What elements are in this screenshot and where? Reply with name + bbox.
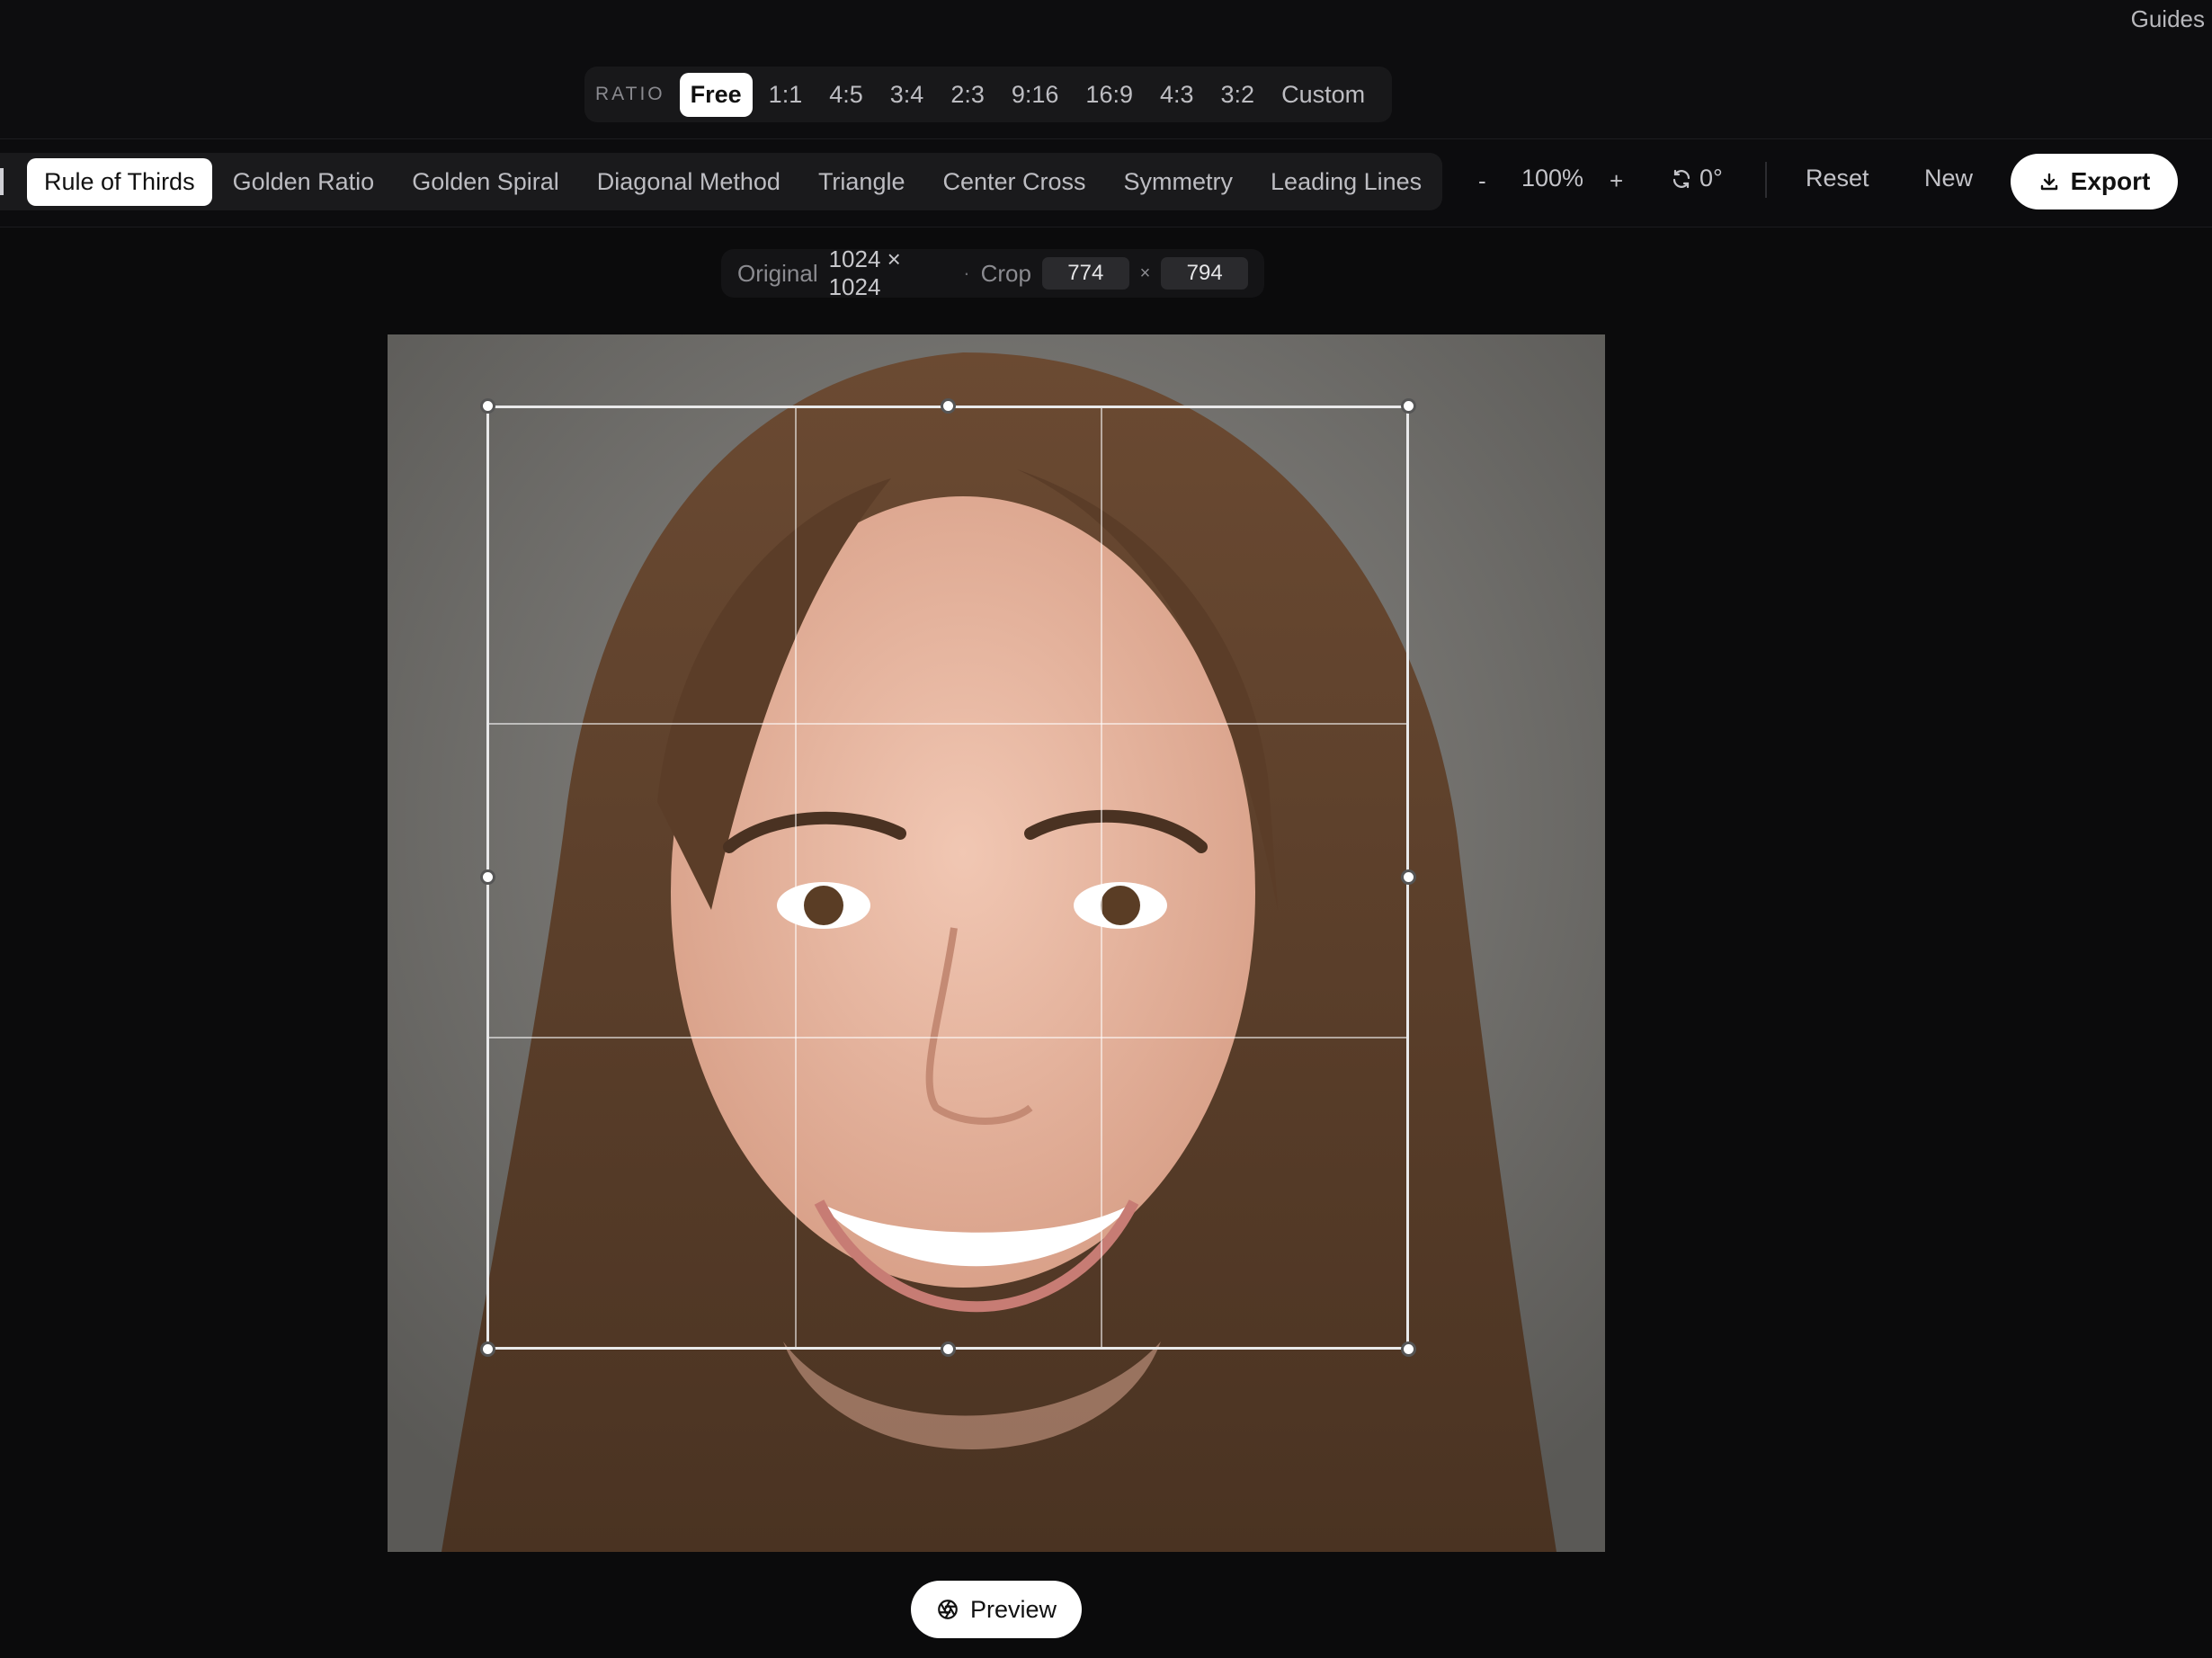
- zoom-out-button[interactable]: -: [1478, 167, 1486, 195]
- guide-triangle[interactable]: Triangle: [801, 158, 923, 206]
- crop-frame[interactable]: [486, 406, 1409, 1350]
- ratio-9-16[interactable]: 9:16: [1001, 73, 1070, 117]
- aperture-icon: [938, 1600, 958, 1619]
- preview-button[interactable]: Preview: [911, 1581, 1082, 1638]
- guide-golden-spiral[interactable]: Golden Spiral: [395, 158, 576, 206]
- original-dimensions: 1024 × 1024: [828, 245, 901, 300]
- crop-handle-bottom[interactable]: [941, 1342, 956, 1357]
- crop-handle-top-right[interactable]: [1401, 398, 1416, 414]
- preview-label: Preview: [969, 1595, 1057, 1623]
- guide-diagonal-method[interactable]: Diagonal Method: [580, 158, 798, 206]
- toolbar: Rule of Thirds Golden Ratio Golden Spira…: [0, 140, 2212, 227]
- download-icon: [2040, 173, 2057, 191]
- crop-handle-right[interactable]: [1401, 869, 1416, 885]
- guide-rule-of-thirds[interactable]: Rule of Thirds: [27, 157, 212, 206]
- guide-leading-lines[interactable]: Leading Lines: [1253, 158, 1439, 206]
- guide-symmetry[interactable]: Symmetry: [1107, 158, 1251, 206]
- zoom-in-button[interactable]: +: [1610, 167, 1623, 195]
- crop-handle-left[interactable]: [480, 869, 495, 885]
- ratio-free[interactable]: Free: [679, 72, 753, 117]
- grid-line-horizontal: [489, 723, 1406, 725]
- original-label: Original: [737, 259, 818, 287]
- ratio-4-5[interactable]: 4:5: [818, 73, 874, 117]
- crop-width-input[interactable]: 774: [1041, 257, 1129, 290]
- dimensions-info: Original 1024 × 1024 · Crop 774 × 794: [721, 245, 1264, 300]
- divider: [0, 138, 2212, 139]
- ratio-16-9[interactable]: 16:9: [1075, 73, 1144, 117]
- new-button[interactable]: New: [1924, 165, 1973, 192]
- ratio-3-2[interactable]: 3:2: [1210, 73, 1266, 117]
- crop-handle-top[interactable]: [941, 398, 956, 414]
- info-separator: ·: [963, 262, 970, 284]
- crop-handle-bottom-right[interactable]: [1401, 1342, 1416, 1357]
- export-button[interactable]: Export: [2011, 154, 2178, 209]
- crop-label: Crop: [980, 259, 1031, 287]
- guides-label[interactable]: Guides: [2131, 5, 2205, 33]
- top-bar: Guides RATIO Free 1:1 4:5 3:4 2:3 9:16 1…: [0, 0, 2212, 138]
- toolbar-separator: [1765, 162, 1767, 198]
- rotate-icon: [1672, 169, 1690, 188]
- ratio-1-1[interactable]: 1:1: [758, 73, 814, 117]
- crop-height-input[interactable]: 794: [1161, 257, 1248, 290]
- guide-center-cross[interactable]: Center Cross: [925, 158, 1102, 206]
- export-label: Export: [2070, 167, 2151, 195]
- rotate-button[interactable]: 0°: [1671, 165, 1723, 192]
- ratio-4-3[interactable]: 4:3: [1149, 73, 1205, 117]
- guide-selector: Rule of Thirds Golden Ratio Golden Spira…: [0, 153, 1442, 210]
- rotation-value: 0°: [1699, 165, 1723, 192]
- reset-button[interactable]: Reset: [1806, 165, 1869, 192]
- grid-line-vertical: [1101, 408, 1102, 1347]
- zoom-level: 100%: [1521, 165, 1584, 192]
- crop-handle-top-left[interactable]: [480, 398, 495, 414]
- crop-handle-bottom-left[interactable]: [480, 1342, 495, 1357]
- ratio-selector: RATIO Free 1:1 4:5 3:4 2:3 9:16 16:9 4:3…: [584, 67, 1393, 122]
- times-symbol: ×: [1139, 263, 1151, 283]
- ratio-2-3[interactable]: 2:3: [940, 73, 995, 117]
- guide-golden-ratio[interactable]: Golden Ratio: [216, 158, 392, 206]
- grid-line-horizontal: [489, 1037, 1406, 1038]
- ratio-label: RATIO: [595, 84, 665, 104]
- guide-scroll-edge: [0, 168, 4, 195]
- ratio-custom[interactable]: Custom: [1271, 73, 1376, 117]
- ratio-3-4[interactable]: 3:4: [879, 73, 935, 117]
- grid-line-vertical: [795, 408, 797, 1347]
